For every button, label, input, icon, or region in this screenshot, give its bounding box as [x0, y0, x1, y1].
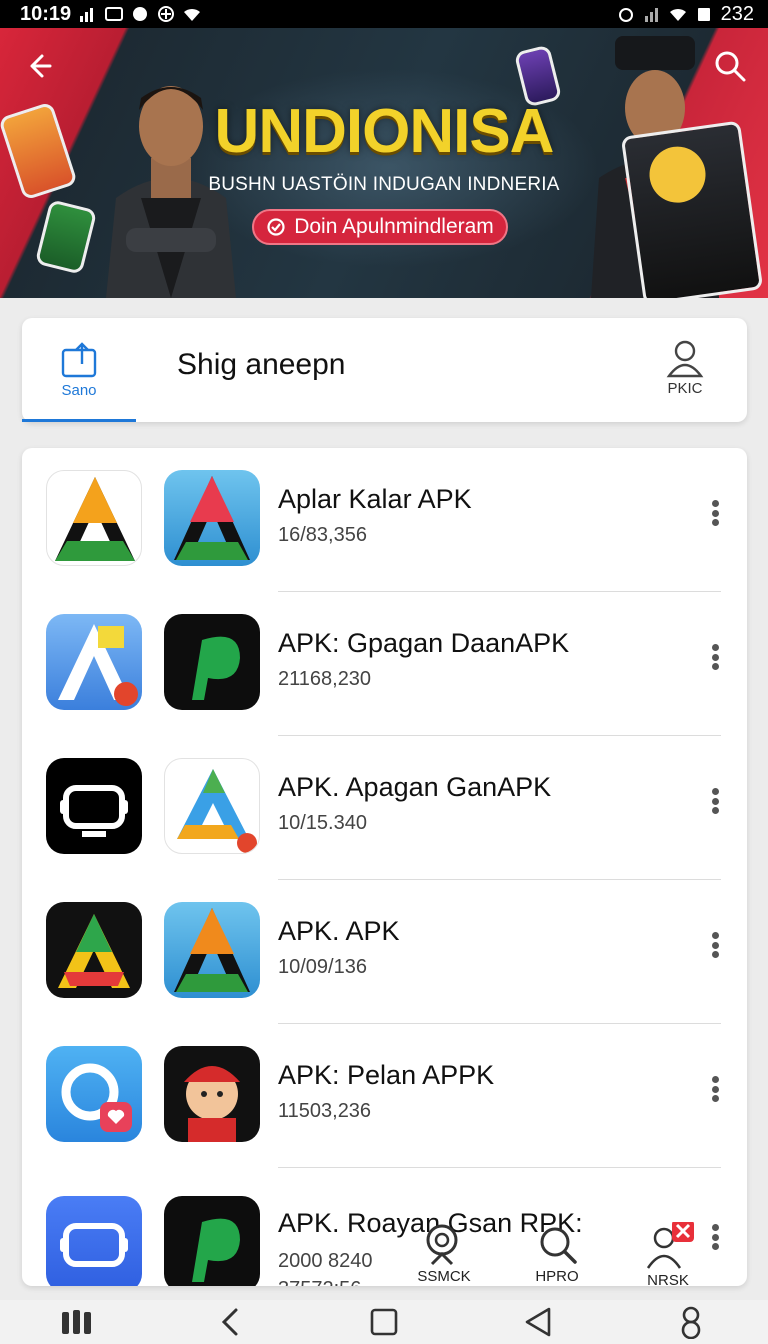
app-download-count: 10/09/136 [278, 956, 367, 978]
promo-banner: UNDIONISA BUSHN UASTÖIN INDUGAN INDNERIA… [0, 28, 768, 298]
list-item[interactable]: APK. Apagan GanAPK 10/15.340 [22, 736, 747, 880]
more-options-button[interactable] [703, 1072, 727, 1106]
fab-ssmck[interactable]: SSMCK [404, 1222, 484, 1285]
square-icon [370, 1308, 398, 1336]
app-download-count: 10/15.340 [278, 812, 367, 834]
shield-icon [158, 6, 175, 22]
user-remove-icon [646, 1222, 694, 1269]
search-button[interactable] [710, 46, 750, 86]
status-time: 10:19 [20, 2, 72, 25]
app-list: Aplar Kalar APK 16/83,356 APK: Gpagan Da… [22, 448, 747, 1286]
apk-a-light-icon [46, 614, 142, 710]
fab-hpro-label: HPRO [535, 1268, 579, 1285]
leaf-p-icon [164, 1196, 260, 1286]
search-icon [540, 1227, 577, 1264]
arrow-left-icon [30, 54, 52, 78]
fab-ssmck-label: SSMCK [417, 1268, 471, 1285]
recents-icon [61, 1310, 91, 1334]
tv-bot-blue-icon [46, 1196, 142, 1286]
back-nav-button[interactable] [200, 1302, 260, 1342]
app-name: APK: Pelan APPK [278, 1060, 495, 1090]
alarm-icon [618, 8, 633, 22]
user-outline-icon [681, 1306, 701, 1339]
status-bar: 10:19 232 [0, 0, 768, 28]
chevron-left-icon [222, 1308, 238, 1336]
search-icon [715, 51, 746, 82]
banner-title: UNDIONISA [214, 97, 555, 166]
recents-button[interactable] [47, 1302, 107, 1342]
app-download-count: 16/83,356 [278, 524, 367, 546]
apk-a-blue-icon [164, 470, 260, 566]
user-icon [666, 340, 704, 378]
signal-icon [80, 8, 94, 22]
fab-nrsk-label: NRSK [647, 1272, 689, 1289]
decor-phone-left-bottom [34, 199, 98, 275]
list-item[interactable]: APK. APK 10/09/136 [22, 880, 747, 1024]
app-secondary-count: 37572:56 [278, 1278, 361, 1286]
banner-cta-label: Doin Apulnmindleram [294, 215, 494, 238]
tab-home[interactable]: Sano [22, 318, 136, 422]
triangle-back-icon [525, 1307, 550, 1337]
tab-active-indicator [22, 419, 136, 422]
apk-a-blue-alt-icon [164, 902, 260, 998]
app-icon [133, 7, 148, 21]
wifi-icon [184, 8, 201, 21]
list-item[interactable]: Aplar Kalar APK 16/83,356 [22, 448, 747, 592]
app-name: APK. Apagan GanAPK [278, 772, 552, 802]
fab-nrsk[interactable]: NRSK [628, 1222, 708, 1289]
tab-bar: Sano Shig aneepn PKIC [22, 318, 747, 422]
battery-icon [697, 8, 710, 21]
apk-a-dark-icon [46, 902, 142, 998]
tab-title: Shig aneepn [177, 348, 346, 381]
message-icon [105, 7, 124, 21]
banner-cta-button[interactable]: Doin Apulnmindleram [252, 209, 508, 245]
app-name: Aplar Kalar APK [278, 484, 472, 514]
more-options-button[interactable] [703, 784, 727, 818]
more-options-button[interactable] [703, 640, 727, 674]
more-options-button[interactable] [703, 496, 727, 530]
search-icon [426, 1224, 458, 1266]
tab-home-label: Sano [61, 381, 97, 399]
app-download-count: 11503,236 [278, 1100, 372, 1122]
mascot-icon [164, 1046, 260, 1142]
tv-bot-icon [46, 758, 142, 854]
badge-icon [267, 218, 285, 236]
home-nav-button[interactable] [354, 1302, 414, 1342]
app-download-count: 2000 8240 [278, 1250, 373, 1272]
tab-profile[interactable]: PKIC [645, 338, 725, 397]
assistant-nav-button[interactable] [661, 1302, 721, 1342]
more-options-button[interactable] [703, 928, 727, 962]
leaf-p-icon [164, 614, 260, 710]
app-name: APK. APK [278, 916, 400, 946]
apk-a-icon [46, 470, 142, 566]
signal-strength-icon [644, 8, 658, 22]
wifi-status-icon [669, 8, 686, 21]
battery-level: 232 [720, 2, 754, 25]
back-button[interactable] [18, 46, 58, 86]
triangle-nav-button[interactable] [508, 1302, 568, 1342]
share-icon [61, 341, 97, 377]
chat-heart-icon [46, 1046, 142, 1142]
list-item[interactable]: APK: Gpagan DaanAPK 21168,230 [22, 592, 747, 736]
apk-a-gradient-icon [164, 758, 260, 854]
fab-hpro[interactable]: HPRO [517, 1222, 597, 1285]
tab-profile-label: PKIC [667, 380, 703, 397]
banner-subtitle: BUSHN UASTÖIN INDUGAN INDNERIA [208, 174, 560, 195]
app-download-count: 21168,230 [278, 668, 372, 690]
list-item[interactable]: APK: Pelan APPK 11503,236 [22, 1024, 747, 1168]
app-name: APK: Gpagan DaanAPK [278, 628, 570, 658]
system-nav-bar [0, 1300, 768, 1344]
